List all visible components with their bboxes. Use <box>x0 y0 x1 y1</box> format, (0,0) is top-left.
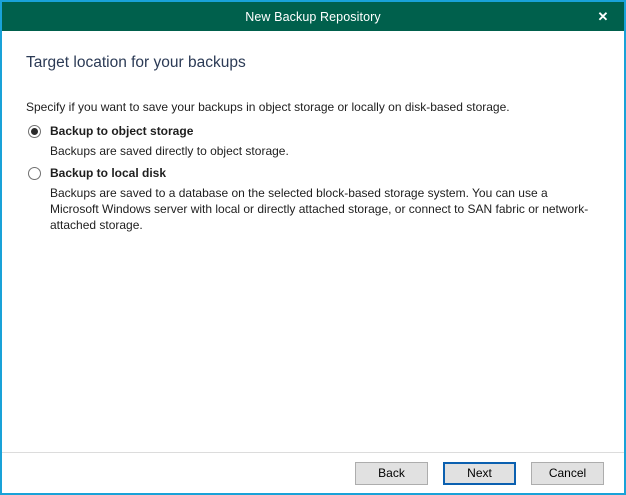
page-title: Target location for your backups <box>26 54 600 72</box>
option-description: Backups are saved to a database on the s… <box>50 185 598 233</box>
option-description: Backups are saved directly to object sto… <box>50 143 598 159</box>
option-label: Backup to object storage <box>50 124 193 138</box>
intro-text: Specify if you want to save your backups… <box>26 99 600 115</box>
option-backup-to-object-storage: Backup to object storage Backups are sav… <box>28 124 600 159</box>
next-button[interactable]: Next <box>443 462 516 485</box>
option-backup-to-local-disk: Backup to local disk Backups are saved t… <box>28 166 600 233</box>
radio-button-object-storage[interactable] <box>28 125 41 138</box>
new-backup-repository-dialog: New Backup Repository ✕ Target location … <box>0 0 626 495</box>
back-button[interactable]: Back <box>355 462 428 485</box>
radio-row-local-disk[interactable]: Backup to local disk <box>28 166 600 180</box>
titlebar: New Backup Repository ✕ <box>2 2 624 31</box>
cancel-button[interactable]: Cancel <box>531 462 604 485</box>
close-icon[interactable]: ✕ <box>582 2 624 31</box>
window-title: New Backup Repository <box>245 10 381 24</box>
option-label: Backup to local disk <box>50 166 166 180</box>
wizard-page-content: Target location for your backups Specify… <box>2 31 624 233</box>
footer-bar: Back Next Cancel <box>2 452 624 493</box>
radio-row-object-storage[interactable]: Backup to object storage <box>28 124 600 138</box>
radio-button-local-disk[interactable] <box>28 167 41 180</box>
